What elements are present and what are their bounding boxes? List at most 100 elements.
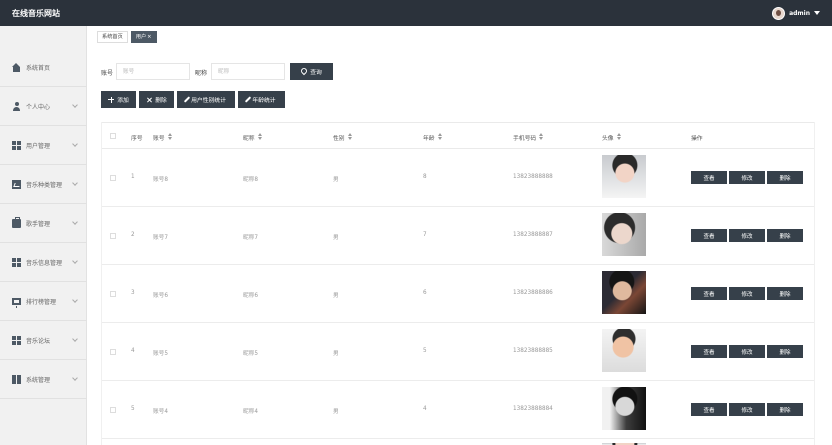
column-phone[interactable]: 手机号码 — [513, 133, 544, 142]
user-icon — [12, 101, 21, 111]
sidebar-item-label: 音乐论坛 — [26, 337, 51, 345]
nickname-search-input[interactable] — [211, 63, 285, 80]
username[interactable]: admin — [789, 10, 810, 17]
grid-icon — [12, 335, 21, 345]
sidebar-item-label: 用户管理 — [26, 142, 51, 150]
sidebar-item-personal-center[interactable]: 个人中心 — [0, 87, 87, 126]
sort-icon[interactable] — [257, 133, 262, 140]
edit-button[interactable]: 修改 — [729, 171, 765, 184]
row-delete-button[interactable]: 删除 — [767, 229, 803, 242]
sort-icon[interactable] — [616, 133, 621, 140]
view-button[interactable]: 查看 — [691, 287, 727, 300]
row-age: 6 — [423, 290, 427, 296]
user-table: 序号 账号 昵称 性别 年龄 手机号码 头像 操作 1 账号8 昵称8 男 8 … — [101, 122, 815, 445]
row-checkbox[interactable] — [110, 349, 116, 355]
view-button[interactable]: 查看 — [691, 229, 727, 242]
row-checkbox[interactable] — [110, 291, 116, 297]
column-phone-label: 手机号码 — [513, 136, 537, 142]
table-row: 5 账号4 昵称4 男 4 13823888884 查看 修改 删除 — [102, 381, 814, 439]
select-all-checkbox[interactable] — [110, 133, 116, 139]
sidebar-item-music-info-management[interactable]: 音乐信息管理 — [0, 243, 87, 282]
chevron-down-icon — [72, 336, 78, 342]
row-account: 账号6 — [153, 293, 168, 299]
delete-button[interactable]: 删除 — [139, 91, 174, 108]
user-menu[interactable]: admin — [772, 5, 820, 21]
row-nickname: 昵称4 — [243, 409, 258, 415]
row-checkbox[interactable] — [110, 407, 116, 413]
age-statistics-button[interactable]: 年龄统计 — [238, 91, 285, 108]
view-button[interactable]: 查看 — [691, 403, 727, 416]
sort-icon[interactable] — [539, 133, 544, 140]
sidebar-item-label: 音乐信息管理 — [26, 259, 63, 267]
plus-icon — [108, 96, 115, 103]
sidebar-item-music-category-management[interactable]: 音乐种类管理 — [0, 165, 87, 204]
gender-statistics-button[interactable]: 用户性别统计 — [177, 91, 235, 108]
row-account: 账号8 — [153, 177, 168, 183]
chevron-down-icon — [72, 180, 78, 186]
sidebar-item-label: 个人中心 — [26, 103, 51, 111]
chevron-down-icon — [72, 258, 78, 264]
chevron-down-icon — [72, 375, 78, 381]
sidebar-item-label: 排行榜管理 — [26, 298, 57, 306]
row-account: 账号5 — [153, 351, 168, 357]
sidebar-item-ranking-management[interactable]: 排行榜管理 — [0, 282, 87, 321]
row-delete-button[interactable]: 删除 — [767, 287, 803, 300]
column-nickname[interactable]: 昵称 — [243, 133, 262, 142]
close-icon[interactable]: × — [147, 34, 151, 40]
sidebar-item-music-forum[interactable]: 音乐论坛 — [0, 321, 87, 360]
user-avatar-photo — [602, 329, 646, 372]
sidebar-item-system-management[interactable]: 系统管理 — [0, 360, 87, 399]
table-header: 序号 账号 昵称 性别 年龄 手机号码 头像 操作 — [102, 122, 814, 149]
edit-button[interactable]: 修改 — [729, 287, 765, 300]
edit-button[interactable]: 修改 — [729, 403, 765, 416]
tab-user[interactable]: 用户× — [130, 31, 157, 43]
row-delete-button[interactable]: 删除 — [767, 345, 803, 358]
account-search-input[interactable] — [116, 63, 190, 80]
row-delete-button[interactable]: 删除 — [767, 403, 803, 416]
sidebar-item-home[interactable]: 系统首页 — [0, 48, 87, 87]
sidebar-item-label: 系统首页 — [26, 64, 51, 72]
tab-home[interactable]: 系统首页 — [97, 31, 128, 43]
query-button[interactable]: 查询 — [290, 63, 333, 80]
edit-button[interactable]: 修改 — [729, 345, 765, 358]
row-account: 账号4 — [153, 409, 168, 415]
row-age: 4 — [423, 406, 427, 412]
view-button[interactable]: 查看 — [691, 345, 727, 358]
account-label: 账号 — [101, 70, 114, 77]
sort-icon[interactable] — [167, 133, 172, 140]
sidebar-item-singer-management[interactable]: 歌手管理 — [0, 204, 87, 243]
row-gender: 男 — [333, 235, 339, 241]
column-account[interactable]: 账号 — [153, 133, 172, 142]
home-icon — [12, 62, 21, 72]
column-age-label: 年龄 — [423, 136, 435, 142]
row-index: 4 — [131, 348, 135, 354]
chevron-down-icon[interactable] — [814, 11, 820, 15]
column-age[interactable]: 年龄 — [423, 133, 442, 142]
user-avatar-icon[interactable] — [772, 6, 786, 20]
row-index: 1 — [131, 174, 135, 180]
close-icon — [146, 97, 152, 103]
add-button[interactable]: 添加 — [101, 91, 136, 108]
briefcase-icon — [12, 216, 21, 228]
row-gender: 男 — [333, 351, 339, 357]
row-checkbox[interactable] — [110, 233, 116, 239]
view-button[interactable]: 查看 — [691, 171, 727, 184]
sort-icon[interactable] — [437, 133, 442, 140]
row-gender: 男 — [333, 177, 339, 183]
table-row: 2 账号7 昵称7 男 7 13823888887 查看 修改 删除 — [102, 207, 814, 265]
column-account-label: 账号 — [153, 136, 165, 142]
row-phone: 13823888887 — [513, 232, 553, 238]
breadcrumb: 系统首页 用户× — [97, 31, 157, 43]
sidebar-item-user-management[interactable]: 用户管理 — [0, 126, 87, 165]
row-nickname: 昵称6 — [243, 293, 258, 299]
row-phone: 13823888888 — [513, 174, 553, 180]
chevron-down-icon — [72, 297, 78, 303]
sort-icon[interactable] — [347, 133, 352, 140]
edit-button[interactable]: 修改 — [729, 229, 765, 242]
row-checkbox[interactable] — [110, 175, 116, 181]
column-avatar-label: 头像 — [602, 136, 614, 142]
column-avatar[interactable]: 头像 — [602, 133, 621, 142]
pencil-icon — [183, 96, 191, 103]
column-gender[interactable]: 性别 — [333, 133, 352, 142]
row-delete-button[interactable]: 删除 — [767, 171, 803, 184]
